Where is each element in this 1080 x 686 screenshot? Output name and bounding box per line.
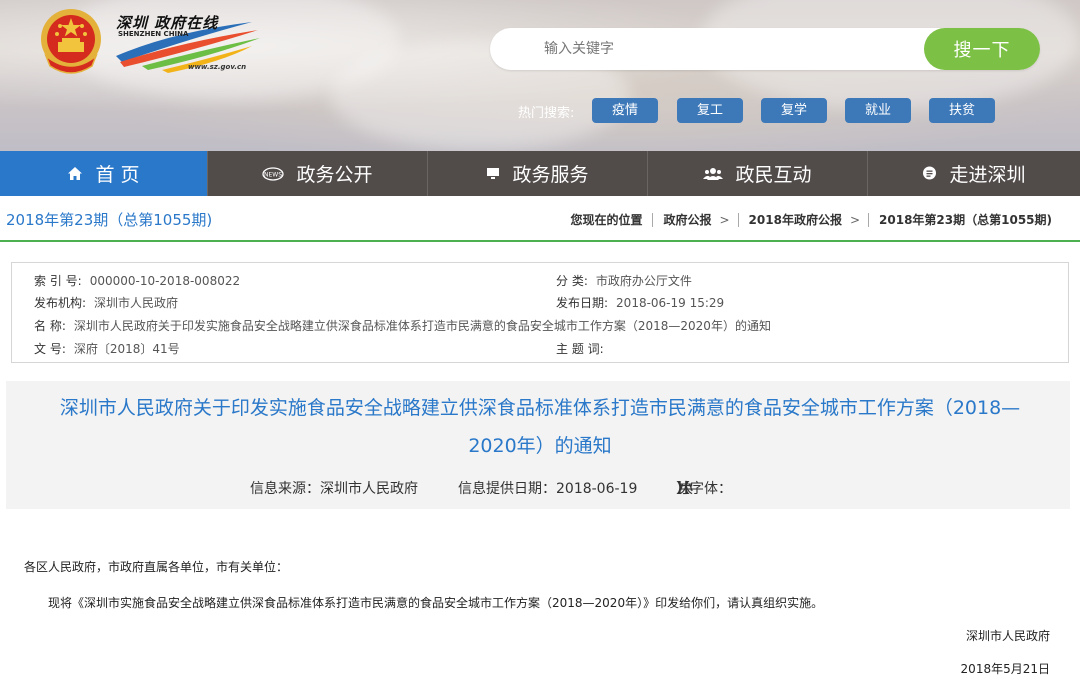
search-box: 搜一下	[490, 28, 1040, 70]
nav-item-label: 政民互动	[735, 164, 812, 186]
search-input[interactable]	[544, 28, 914, 70]
chat-bubble-icon	[922, 166, 937, 181]
logo-url-text: www.sz.gov.cn	[188, 63, 247, 71]
breadcrumb-link-gazette[interactable]: 政府公报	[663, 211, 711, 228]
meta-name-label: 名 称:	[34, 319, 66, 333]
meta-publisher-label: 发布机构:	[34, 296, 87, 310]
article-title-line: 2020年）的通知	[468, 435, 612, 457]
meta-date: 发布日期: 2018-06-19 15:29	[556, 294, 724, 311]
breadcrumb-bar: 2018年第23期（总第1055期) 您现在的位置 政府公报 > 2018年政府…	[0, 196, 1080, 242]
nav-item-interaction[interactable]: 政民互动	[648, 151, 868, 196]
breadcrumb-divider	[868, 212, 870, 227]
hot-tag-resume-school[interactable]: 复学	[761, 98, 827, 123]
article-title: 深圳市人民政府关于印发实施食品安全战略建立供深食品标准体系打造市民满意的食品安全…	[20, 389, 1060, 465]
national-emblem-icon[interactable]	[38, 6, 104, 76]
meta-name: 名 称: 深圳市人民政府关于印发实施食品安全战略建立供深食品标准体系打造市民满意的…	[34, 317, 771, 334]
meta-category: 分 类: 市政府办公厅文件	[556, 272, 692, 289]
home-icon	[67, 166, 83, 181]
monitor-icon	[486, 167, 500, 180]
nav-item-label: 走进深圳	[949, 164, 1026, 186]
article-signature: 深圳市人民政府	[965, 629, 1050, 643]
news-icon: NEWS	[262, 166, 285, 181]
meta-index: 索 引 号: 000000-10-2018-008022	[34, 272, 240, 289]
meta-date-label: 发布日期:	[556, 296, 609, 310]
meta-docno-value: 深府〔2018〕41号	[73, 342, 180, 356]
svg-text:NEWS: NEWS	[264, 171, 282, 178]
breadcrumb-divider	[652, 212, 654, 227]
meta-docno: 文 号: 深府〔2018〕41号	[34, 340, 180, 357]
nav-item-gov-services[interactable]: 政务服务	[428, 151, 648, 196]
nav-item-label: 政务公开	[296, 164, 373, 186]
document-meta-box: 索 引 号: 000000-10-2018-008022 分 类: 市政府办公厅文件…	[11, 262, 1069, 363]
meta-index-label: 索 引 号:	[34, 274, 82, 288]
article-header: 深圳市人民政府关于印发实施食品安全战略建立供深食品标准体系打造市民满意的食品安全…	[6, 381, 1070, 509]
search-button[interactable]: 搜一下	[924, 28, 1040, 70]
logo-english-text: SHENZHEN CHINA	[118, 30, 189, 38]
breadcrumb-separator: >	[719, 212, 730, 227]
meta-category-value: 市政府办公厅文件	[595, 274, 692, 288]
nav-item-gov-affairs[interactable]: NEWS 政务公开	[208, 151, 428, 196]
nav-item-home[interactable]: 首 页	[0, 151, 208, 196]
meta-publisher: 发布机构: 深圳市人民政府	[34, 294, 178, 311]
location-label: 您现在的位置	[570, 213, 643, 227]
meta-docno-label: 文 号:	[34, 342, 66, 356]
meta-date-value: 2018-06-19 15:29	[616, 296, 725, 310]
article-salutation: 各区人民政府，市政府直属各单位，市有关单位：	[24, 560, 289, 574]
hot-tag-epidemic[interactable]: 疫情	[592, 98, 658, 123]
nav-item-label: 政务服务	[512, 164, 589, 186]
meta-category-label: 分 类:	[556, 274, 588, 288]
users-icon	[703, 167, 724, 181]
article-title-line: 深圳市人民政府关于印发实施食品安全战略建立供深食品标准体系打造市民满意的食品安全…	[59, 397, 1021, 419]
hot-search-label: 热门搜索:	[518, 106, 575, 121]
font-size-suffix: 】	[676, 481, 690, 497]
breadcrumb-link-issue[interactable]: 2018年第23期（总第1055期)	[879, 211, 1052, 228]
breadcrumb-divider	[737, 212, 739, 227]
hot-tag-employment[interactable]: 就业	[845, 98, 911, 123]
meta-subject: 主 题 词:	[556, 340, 612, 357]
nav-item-label: 首 页	[95, 164, 140, 186]
issue-title: 2018年第23期（总第1055期)	[6, 211, 213, 229]
header-banner: 深圳 政府在线 SHENZHEN CHINA www.sz.gov.cn 搜一下…	[0, 0, 1080, 151]
article-sign-date: 2018年5月21日	[960, 662, 1050, 676]
breadcrumb-separator: >	[849, 212, 861, 227]
breadcrumb: 您现在的位置 政府公报 > 2018年政府公报 > 2018年第23期（总第10…	[570, 211, 1052, 228]
breadcrumb-link-2018-gazette[interactable]: 2018年政府公报	[749, 211, 842, 228]
meta-subject-label: 主 题 词:	[556, 342, 604, 356]
article-provide-date: 信息提供日期：2018-06-19	[458, 481, 638, 497]
main-nav: 首 页 NEWS 政务公开 政务服务 政民互动 走进深圳	[0, 151, 1080, 196]
article-source: 信息来源：深圳市人民政府	[250, 481, 418, 497]
article-paragraph: 现将《深圳市实施食品安全战略建立供深食品标准体系打造市民满意的食品安全城市工作方…	[48, 596, 824, 610]
nav-item-about-shenzhen[interactable]: 走进深圳	[868, 151, 1080, 196]
hot-tag-resume-work[interactable]: 复工	[677, 98, 743, 123]
hot-tag-poverty-relief[interactable]: 扶贫	[929, 98, 995, 123]
meta-index-value: 000000-10-2018-008022	[89, 274, 241, 288]
meta-publisher-value: 深圳市人民政府	[94, 296, 179, 310]
meta-name-value: 深圳市人民政府关于印发实施食品安全战略建立供深食品标准体系打造市民满意的食品安全…	[73, 319, 771, 333]
